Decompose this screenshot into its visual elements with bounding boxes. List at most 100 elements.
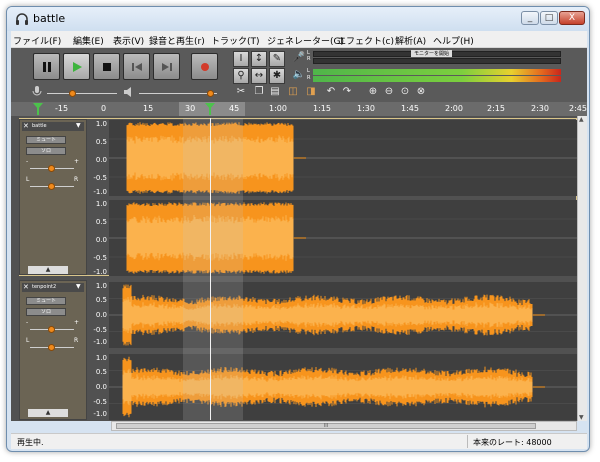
timeline-ruler[interactable]: -15 0 15 30 45 1:00 1:15 1:30 1:45 2:00 … xyxy=(11,102,587,116)
record-icon xyxy=(200,62,209,71)
pan-knob[interactable] xyxy=(48,344,55,351)
menu-analyze[interactable]: 解析(A) xyxy=(395,34,426,47)
zoom-out-icon[interactable]: ⊖ xyxy=(381,85,397,101)
stop-icon xyxy=(102,62,111,71)
title-bar: battle _ □ X xyxy=(7,7,589,31)
waveform-graphic xyxy=(109,122,577,194)
menu-generate[interactable]: ジェネレーター(G) xyxy=(267,34,344,47)
waveform-graphic xyxy=(109,356,577,418)
input-volume-knob[interactable] xyxy=(69,90,76,97)
track-close-icon[interactable]: ✕ xyxy=(23,122,29,130)
trim-icon[interactable]: ◫ xyxy=(285,85,301,101)
minimize-button[interactable]: _ xyxy=(521,11,539,25)
close-button[interactable]: X xyxy=(559,11,585,25)
gain-knob[interactable] xyxy=(48,165,55,172)
menu-bar: ファイル(F) 編集(E) 表示(V) 録音と再生(r) トラック(T) ジェネ… xyxy=(11,31,587,48)
meter-play-r: R xyxy=(307,75,311,81)
waveform-channel-right[interactable] xyxy=(109,354,577,420)
waveform-channel-left[interactable] xyxy=(109,120,577,196)
copy-icon[interactable]: ❐ xyxy=(251,85,267,101)
skip-end-button[interactable] xyxy=(153,53,180,80)
zoom-in-icon[interactable]: ⊕ xyxy=(365,85,381,101)
pan-knob[interactable] xyxy=(48,183,55,190)
menu-edit[interactable]: 編集(E) xyxy=(73,34,104,47)
status-bar: 再生中. 本来のレート: 48000 xyxy=(11,433,587,449)
selection-marker-icon[interactable] xyxy=(205,103,215,115)
track-menu-chevron-icon[interactable]: ▼ xyxy=(76,283,81,290)
vertical-scrollbar[interactable]: ▲ ▼ xyxy=(577,116,587,421)
fit-selection-icon[interactable]: ⊙ xyxy=(397,85,413,101)
waveform-channel-left[interactable] xyxy=(109,282,577,348)
solo-button[interactable]: ソロ xyxy=(26,308,66,316)
track-name-button[interactable]: battle xyxy=(22,122,84,131)
axis-label: 0.0 xyxy=(95,236,107,244)
toolbar: I ↕ ✎ ⚲ ↔ ✱ 🎤 🔈 L R モニターを開始 L R ✂ ❐ ▤ ◫ … xyxy=(11,48,587,102)
track-close-icon[interactable]: ✕ xyxy=(23,283,29,291)
pan-left-label: L xyxy=(26,176,30,183)
sample-rate-text: 本来のレート: 48000 xyxy=(473,438,552,447)
record-button[interactable] xyxy=(191,53,218,80)
playback-meter-r[interactable] xyxy=(313,76,561,82)
stop-button[interactable] xyxy=(93,53,120,80)
scroll-down-icon[interactable]: ▼ xyxy=(579,414,584,421)
input-volume-slider[interactable] xyxy=(47,93,117,94)
axis-label: -1.0 xyxy=(93,410,107,418)
cut-icon[interactable]: ✂ xyxy=(233,85,249,101)
draw-tool-icon[interactable]: ✎ xyxy=(269,51,285,67)
multi-tool-icon[interactable]: ✱ xyxy=(269,68,285,84)
gain-knob[interactable] xyxy=(48,326,55,333)
menu-file[interactable]: ファイル(F) xyxy=(13,34,61,47)
menu-view[interactable]: 表示(V) xyxy=(113,34,144,47)
mute-button[interactable]: ミュート xyxy=(26,136,66,144)
menu-effect[interactable]: エフェクト(c) xyxy=(337,34,394,47)
collapse-button[interactable]: ▲ xyxy=(28,266,68,274)
horizontal-scrollbar[interactable]: III xyxy=(111,421,577,431)
waveform-channel-right[interactable] xyxy=(109,200,577,276)
menu-help[interactable]: ヘルプ(H) xyxy=(433,34,474,47)
fit-project-icon[interactable]: ⊗ xyxy=(413,85,429,101)
output-volume-knob[interactable] xyxy=(207,90,214,97)
track-control-panel[interactable]: ✕ battle ▼ ミュート ソロ - + L R ▲ xyxy=(19,119,87,275)
track-control-panel[interactable]: ✕ tenpoint2 ▼ ミュート ソロ - + L R ▲ xyxy=(19,280,87,420)
axis-label: 0.5 xyxy=(95,218,107,226)
undo-icon[interactable]: ↶ xyxy=(323,85,339,101)
axis-label: -0.5 xyxy=(93,254,107,262)
restore-button[interactable]: □ xyxy=(540,11,558,25)
selection-tool-icon[interactable]: I xyxy=(233,51,249,67)
redo-icon[interactable]: ↷ xyxy=(339,85,355,101)
meter-rec-r: R xyxy=(307,56,311,62)
axis-label: 0.5 xyxy=(95,296,107,304)
scroll-thumb[interactable]: III xyxy=(116,423,536,429)
playback-meter-l[interactable] xyxy=(313,69,561,75)
mute-button[interactable]: ミュート xyxy=(26,297,66,305)
menu-tracks[interactable]: トラック(T) xyxy=(211,34,260,47)
zoom-tool-icon[interactable]: ⚲ xyxy=(233,68,249,84)
microphone-icon: 🎤 xyxy=(291,51,307,67)
status-divider xyxy=(467,435,468,448)
track-menu-chevron-icon[interactable]: ▼ xyxy=(76,122,81,129)
timeshift-tool-icon[interactable]: ↔ xyxy=(251,68,267,84)
envelope-tool-icon[interactable]: ↕ xyxy=(251,51,267,67)
play-head-green-icon[interactable] xyxy=(33,103,43,115)
paste-icon[interactable]: ▤ xyxy=(267,85,283,101)
amplitude-axis: 1.0 0.5 0.0 -0.5 -1.0 xyxy=(89,200,109,276)
solo-button[interactable]: ソロ xyxy=(26,147,66,155)
tick-label: 2:15 xyxy=(487,104,505,113)
amplitude-axis: 1.0 0.5 0.0 -0.5 -1.0 xyxy=(89,120,109,196)
silence-icon[interactable]: ◨ xyxy=(303,85,319,101)
skip-start-icon xyxy=(131,62,142,71)
menu-transport[interactable]: 録音と再生(r) xyxy=(149,34,205,47)
axis-label: 1.0 xyxy=(95,120,107,128)
pause-button[interactable] xyxy=(33,53,60,80)
track-name-button[interactable]: tenpoint2 xyxy=(22,283,84,292)
axis-label: -0.5 xyxy=(93,174,107,182)
play-button[interactable] xyxy=(63,53,90,80)
scroll-up-icon[interactable]: ▲ xyxy=(579,116,584,123)
record-meter-r[interactable] xyxy=(313,58,561,64)
collapse-button[interactable]: ▲ xyxy=(28,409,68,417)
app-window: battle _ □ X ファイル(F) 編集(E) 表示(V) 録音と再生(r… xyxy=(6,6,590,452)
tick-label: 0 xyxy=(101,104,107,113)
monitor-hint[interactable]: モニターを開始 xyxy=(411,50,453,57)
output-volume-slider[interactable] xyxy=(139,93,217,94)
skip-start-button[interactable] xyxy=(123,53,150,80)
